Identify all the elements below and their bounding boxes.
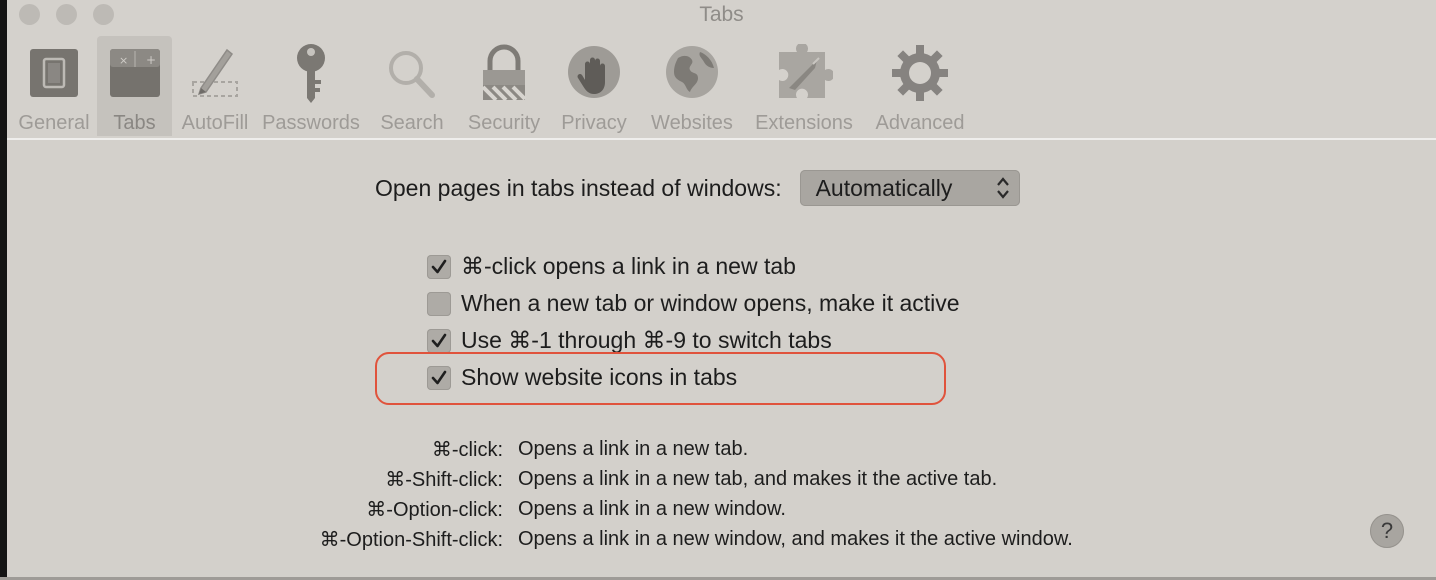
hand-icon bbox=[559, 40, 629, 106]
shortcut-row: ⌘-Option-Shift-click: Opens a link in a … bbox=[7, 524, 1436, 554]
general-icon bbox=[19, 40, 89, 106]
open-pages-row: Open pages in tabs instead of windows: A… bbox=[375, 170, 1020, 206]
tab-general[interactable]: General bbox=[11, 36, 97, 136]
window-left-edge bbox=[0, 0, 7, 580]
tabs-icon: × + bbox=[100, 40, 170, 106]
option-label: When a new tab or window opens, make it … bbox=[461, 290, 960, 316]
tab-search[interactable]: Search bbox=[364, 36, 460, 136]
open-pages-value: Automatically bbox=[815, 174, 953, 201]
shortcut-row: ⌘-Option-click: Opens a link in a new wi… bbox=[7, 494, 1436, 524]
shortcut-key: ⌘-click: bbox=[431, 438, 503, 461]
option-cmd-click[interactable]: ⌘-click opens a link in a new tab bbox=[427, 248, 960, 285]
open-pages-label: Open pages in tabs instead of windows: bbox=[375, 174, 782, 201]
shortcut-description: Opens a link in a new window, and makes … bbox=[518, 527, 1073, 550]
shortcut-key: ⌘-Option-click: bbox=[366, 498, 503, 521]
shortcut-description: Opens a link in a new tab, and makes it … bbox=[518, 467, 998, 490]
tab-websites[interactable]: Websites bbox=[640, 36, 744, 136]
tab-extensions[interactable]: Extensions bbox=[744, 36, 864, 136]
search-icon bbox=[377, 40, 447, 106]
shortcut-key: ⌘-Option-Shift-click: bbox=[319, 528, 503, 551]
shortcut-legend: ⌘-click: Opens a link in a new tab. ⌘-Sh… bbox=[7, 434, 1436, 554]
window-title: Tabs bbox=[699, 3, 744, 26]
shortcut-key: ⌘-Shift-click: bbox=[385, 468, 503, 491]
shortcut-description: Opens a link in a new tab. bbox=[518, 437, 749, 460]
svg-text:×: × bbox=[119, 54, 128, 67]
preferences-toolbar: Tabs General × + Tabs AutoFill Passwords… bbox=[7, 0, 1436, 140]
checkmark-icon bbox=[431, 259, 447, 273]
tab-security[interactable]: Security bbox=[460, 36, 548, 136]
lock-icon bbox=[469, 40, 539, 106]
option-label: Use ⌘-1 through ⌘-9 to switch tabs bbox=[461, 327, 832, 353]
tab-autofill[interactable]: AutoFill bbox=[172, 36, 258, 136]
tab-advanced[interactable]: Advanced bbox=[864, 36, 976, 136]
tab-passwords[interactable]: Passwords bbox=[258, 36, 364, 136]
chevron-up-down-icon bbox=[996, 177, 1009, 199]
tabs-preferences-pane: Open pages in tabs instead of windows: A… bbox=[7, 140, 1436, 577]
globe-icon bbox=[657, 40, 727, 106]
shortcut-description: Opens a link in a new window. bbox=[518, 497, 786, 520]
option-make-active[interactable]: When a new tab or window opens, make it … bbox=[427, 285, 960, 322]
tab-tabs[interactable]: × + Tabs bbox=[97, 36, 172, 136]
svg-text:+: + bbox=[146, 53, 156, 67]
checkbox-unchecked[interactable] bbox=[427, 291, 451, 316]
option-label: ⌘-click opens a link in a new tab bbox=[461, 253, 796, 279]
preferences-window: Tabs General × + Tabs AutoFill Passwords… bbox=[0, 0, 1436, 580]
autofill-icon bbox=[180, 40, 250, 106]
tab-privacy[interactable]: Privacy bbox=[548, 36, 640, 136]
help-button[interactable]: ? bbox=[1370, 514, 1404, 548]
checkbox-checked[interactable] bbox=[427, 328, 451, 353]
checkbox-checked[interactable] bbox=[427, 254, 451, 279]
highlight-annotation bbox=[375, 352, 946, 405]
puzzle-icon bbox=[769, 40, 839, 106]
checkmark-icon bbox=[431, 333, 447, 347]
preferences-tabs: General × + Tabs AutoFill Passwords Sear… bbox=[11, 36, 976, 136]
shortcut-row: ⌘-click: Opens a link in a new tab. bbox=[7, 434, 1436, 464]
open-pages-popup[interactable]: Automatically bbox=[799, 170, 1020, 206]
shortcut-row: ⌘-Shift-click: Opens a link in a new tab… bbox=[7, 464, 1436, 494]
key-icon bbox=[276, 40, 346, 106]
gear-icon bbox=[885, 40, 955, 106]
